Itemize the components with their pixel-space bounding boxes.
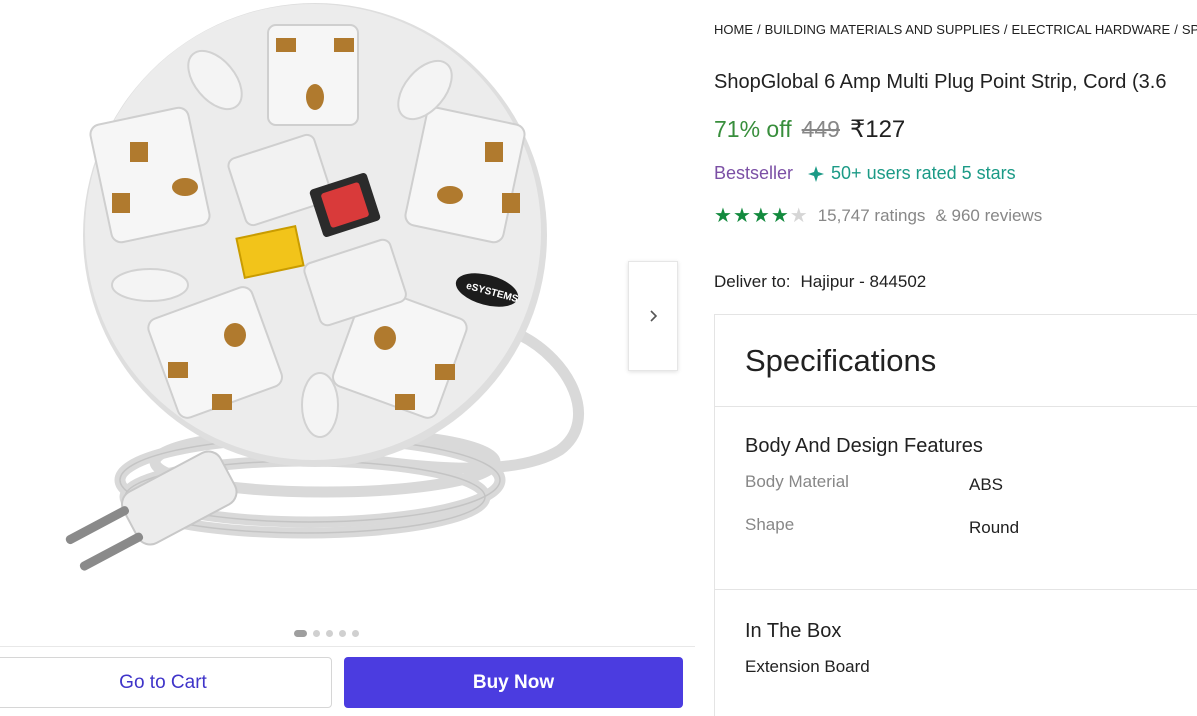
spec-row: Body Material ABS <box>745 472 1183 515</box>
discount-percent: 71% off <box>714 116 792 142</box>
breadcrumb-separator: / <box>1003 22 1008 37</box>
star-rating: ★ ★ ★ ★ ★ <box>714 206 808 226</box>
breadcrumb-spike[interactable]: SPIKE <box>1182 22 1197 37</box>
original-price: 449 <box>801 116 840 142</box>
spec-section-in-the-box: In The Box Extension Board <box>715 590 1197 677</box>
breadcrumb-separator: / <box>1174 22 1178 37</box>
sparkle-icon <box>808 165 825 182</box>
badge-row: Bestseller 50+ users rated 5 stars <box>714 163 1016 184</box>
breadcrumb: HOME / BUILDING MATERIALS AND SUPPLIES / ELE… <box>714 22 1197 37</box>
delivery-location[interactable]: Deliver to: Hajipur - 844502 <box>714 272 926 292</box>
rated-badge-label: 50+ users rated 5 stars <box>831 163 1016 183</box>
spec-section-body-design: Body And Design Features Body Material A… <box>715 407 1197 589</box>
star-icon: ★ <box>751 205 770 227</box>
spec-section-title: In The Box <box>745 620 842 642</box>
ratings-count: 15,747 ratings <box>817 206 926 225</box>
carousel-dot[interactable] <box>352 630 359 637</box>
specifications-card: Specifications Body And Design Features … <box>714 314 1197 716</box>
carousel-dot[interactable] <box>313 630 320 637</box>
spec-value: ABS <box>969 475 1004 494</box>
rated-badge: 50+ users rated 5 stars <box>807 163 1016 184</box>
breadcrumb-separator: / <box>757 22 761 37</box>
carousel-dots <box>294 630 359 637</box>
delivery-label: Deliver to: <box>714 272 791 291</box>
star-empty-icon: ★ <box>789 205 808 227</box>
carousel-next-button[interactable] <box>628 261 678 371</box>
rating-row[interactable]: ★ ★ ★ ★ ★ 15,747 ratings & 960 reviews <box>714 206 1042 226</box>
selling-price: ₹127 <box>849 116 906 143</box>
product-details: HOME / BUILDING MATERIALS AND SUPPLIES / ELE… <box>714 0 1197 716</box>
product-gallery: eSYSTEMS Go to Cart Buy Now <box>0 0 695 716</box>
in-the-box-item: Extension Board <box>745 657 870 676</box>
product-image: eSYSTEMS <box>65 3 584 571</box>
star-icon: ★ <box>732 205 751 227</box>
spec-row: Shape Round <box>745 515 1183 558</box>
breadcrumb-building-materials[interactable]: BUILDING MATERIALS AND SUPPLIES <box>765 22 1000 37</box>
buy-now-button[interactable]: Buy Now <box>344 657 683 708</box>
spec-value: Round <box>969 518 1020 537</box>
breadcrumb-home[interactable]: HOME <box>714 22 753 37</box>
delivery-pincode: Hajipur - 844502 <box>800 272 927 291</box>
reviews-count: & 960 reviews <box>935 206 1043 225</box>
spec-section-title: Body And Design Features <box>745 435 983 457</box>
spec-key: Shape <box>745 515 795 534</box>
product-title: ShopGlobal 6 Amp Multi Plug Point Strip,… <box>714 71 1167 93</box>
star-icon: ★ <box>714 205 732 227</box>
spec-key: Body Material <box>745 472 849 491</box>
bestseller-badge: Bestseller <box>714 163 794 183</box>
carousel-dot[interactable] <box>326 630 333 637</box>
price-row: 71% off 449 ₹127 <box>714 115 905 144</box>
breadcrumb-electrical-hardware[interactable]: ELECTRICAL HARDWARE <box>1012 22 1171 37</box>
carousel-dot[interactable] <box>339 630 346 637</box>
specifications-heading: Specifications <box>715 315 1197 407</box>
go-to-cart-button[interactable]: Go to Cart <box>0 657 332 708</box>
star-icon: ★ <box>770 205 789 227</box>
carousel-dot[interactable] <box>294 630 307 637</box>
chevron-right-icon <box>650 310 658 322</box>
action-bar: Go to Cart Buy Now <box>0 646 695 716</box>
